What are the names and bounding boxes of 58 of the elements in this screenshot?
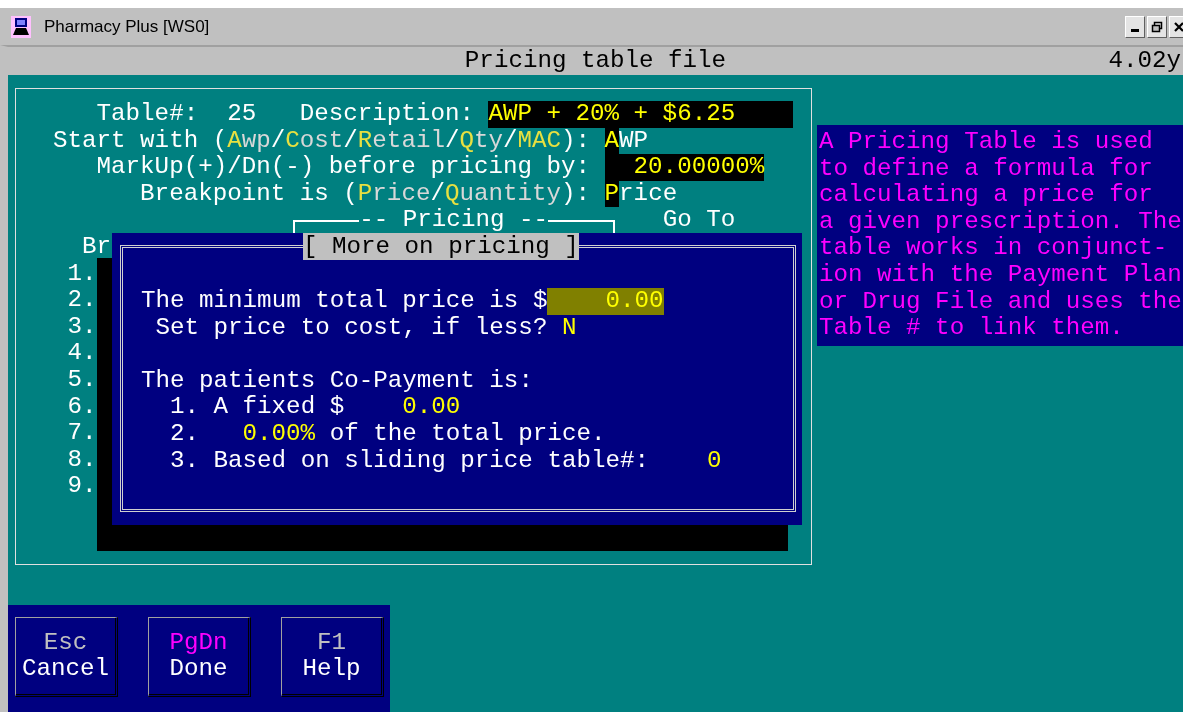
close-button[interactable] <box>1169 15 1183 38</box>
field-label: MarkUp(+)/Dn(-) before pricing by: <box>96 154 591 181</box>
table-number: 25 <box>227 101 257 128</box>
copay-field[interactable]: 0.00% <box>213 420 316 448</box>
help-text: table works in conjunct- <box>819 235 1169 262</box>
row-number: 2. <box>67 287 97 314</box>
help-text: to define a formula for <box>819 155 1154 183</box>
option-number: 3. <box>170 447 200 475</box>
function-key-button[interactable]: Esc Cancel <box>15 617 118 697</box>
description-field[interactable]: AWP + 20% + $6.25 <box>488 101 794 128</box>
field-label: Description: <box>299 101 474 128</box>
markup-field[interactable]: 20.00000% <box>604 154 765 181</box>
field-label: Breakpoint is (Price/Quantity): <box>140 180 591 208</box>
option-number: 2. <box>170 420 200 448</box>
copay-field[interactable]: 0 <box>663 447 722 475</box>
field-label: Start with (Awp/Cost/Retail/Qty/MAC): <box>53 127 591 155</box>
help-text: Table # to link them. <box>819 315 1125 342</box>
field-label: Based on sliding price table#: <box>213 447 649 475</box>
row-number: 1. <box>67 260 97 288</box>
cost-field[interactable]: N <box>561 314 577 342</box>
computer-icon <box>10 14 32 39</box>
option-number: 1. <box>170 394 200 421</box>
row-number: 8. <box>67 446 97 474</box>
row-number: 9. <box>67 473 97 500</box>
help-text: ion with the Payment Plan <box>819 261 1183 289</box>
screen-title: Pricing table file <box>464 47 727 75</box>
dialog-title: [ More on pricing ] <box>303 233 579 260</box>
row-number: 4. <box>67 340 97 367</box>
row-number: 6. <box>67 393 97 421</box>
start-with-field[interactable]: AWP <box>604 127 649 155</box>
row-number: 3. <box>67 313 97 341</box>
minimize-button[interactable] <box>1125 15 1145 38</box>
function-key-button[interactable]: F1 Help <box>281 617 384 697</box>
copay-field[interactable]: 0.00 <box>358 394 461 421</box>
field-label: The minimum total price is $ <box>141 288 548 315</box>
version-label: 4.02y <box>1108 47 1181 75</box>
field-label: Set price to cost, if less? <box>155 314 548 342</box>
field-label: The patients Co-Payment is: <box>141 367 533 395</box>
minimize-icon <box>1131 29 1139 32</box>
help-text: A Pricing Table is used <box>819 129 1154 156</box>
help-text: calculating a price for <box>819 182 1154 209</box>
field-label: A fixed $ <box>213 394 345 421</box>
breakpoint-field[interactable]: Price <box>604 180 678 208</box>
window-title: Pharmacy Plus [WS0] <box>44 16 210 37</box>
field-label: of the total price. <box>329 420 606 448</box>
column-header: Go To <box>662 207 736 234</box>
field-label: Table#: <box>96 101 199 128</box>
section-heading: -- Pricing -- <box>359 207 548 234</box>
row-number: 5. <box>67 366 97 394</box>
column-header: Br <box>82 233 112 261</box>
restore-icon <box>1151 20 1163 33</box>
help-text: or Drug File and uses the <box>819 288 1183 316</box>
min-price-field[interactable]: 0.00 <box>547 288 664 315</box>
help-text: a given prescription. The <box>819 208 1183 236</box>
restore-button[interactable] <box>1147 15 1167 38</box>
row-number: 7. <box>67 420 97 447</box>
close-icon <box>1173 20 1183 33</box>
function-key-button[interactable]: PgDn Done <box>148 617 251 697</box>
